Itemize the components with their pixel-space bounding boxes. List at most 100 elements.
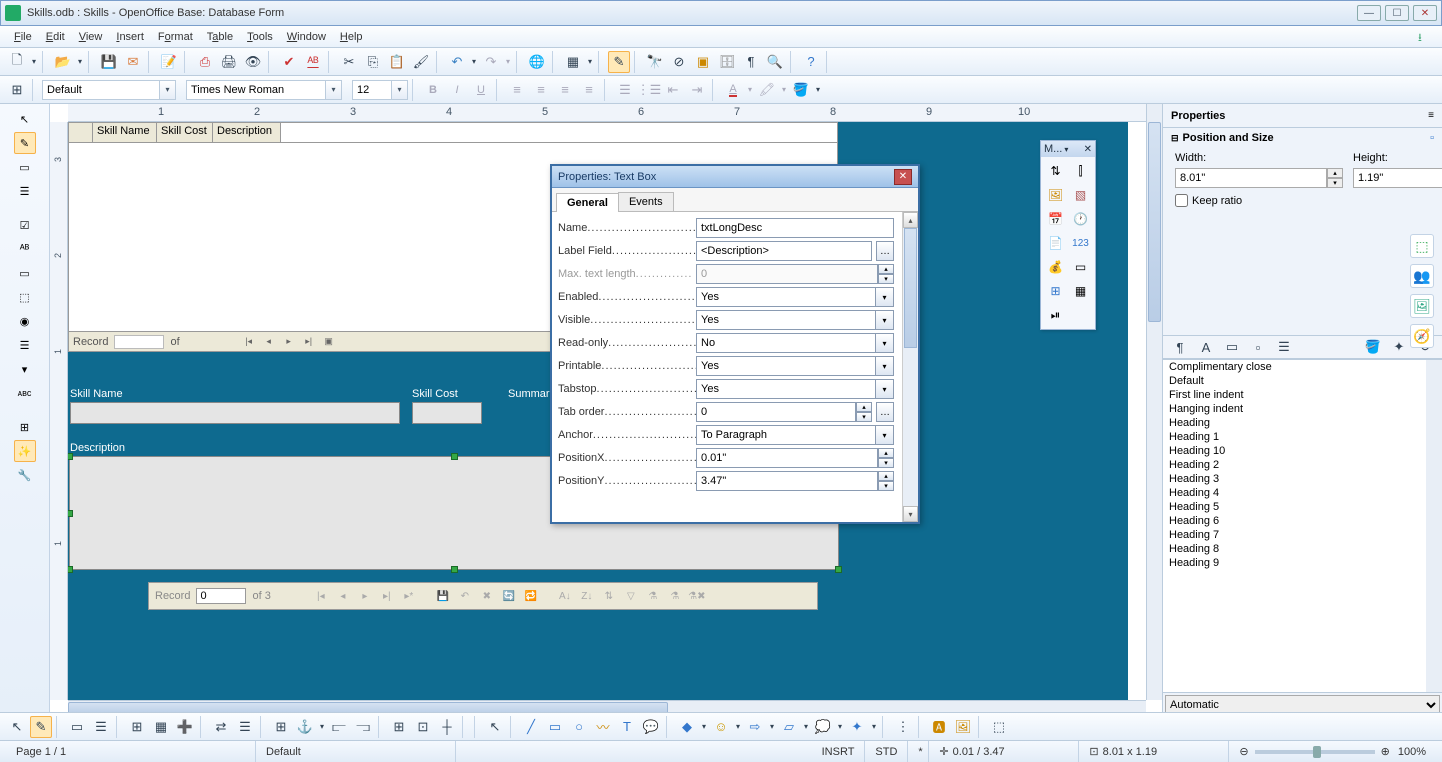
style-item[interactable]: Heading 2 — [1163, 458, 1442, 472]
font-size-combo[interactable]: ▾ — [352, 80, 408, 100]
status-zoom[interactable]: 100% — [1398, 746, 1426, 758]
dropdown-icon[interactable]: ▾ — [836, 716, 844, 738]
style-item[interactable]: Heading — [1163, 416, 1442, 430]
download-icon[interactable]: ⭳ — [1418, 29, 1434, 45]
menu-tools[interactable]: Tools — [241, 29, 279, 45]
open-design-icon[interactable]: ☰ — [234, 716, 256, 738]
dropdown-icon[interactable]: ▾ — [814, 79, 822, 101]
spin-down-icon[interactable]: ▾ — [856, 412, 872, 422]
status-insert[interactable]: INSRT — [812, 741, 866, 762]
dialog-scrollbar[interactable]: ▴ ▾ — [902, 212, 918, 522]
label-icon[interactable]: ᴀʙᴄ — [14, 382, 36, 404]
fromfile-icon[interactable]: 🖼 — [952, 716, 974, 738]
dropdown-icon[interactable]: ▾ — [734, 716, 742, 738]
dialog-titlebar[interactable]: Properties: Text Box ✕ — [552, 166, 918, 188]
status-selection[interactable]: STD — [865, 741, 908, 762]
spin-up-icon[interactable]: ▴ — [878, 264, 894, 274]
autofilter-icon[interactable]: ▽ — [623, 588, 639, 604]
first-icon[interactable]: |◂ — [313, 588, 329, 604]
field-skillcost[interactable] — [412, 402, 482, 424]
spin-up-icon[interactable]: ▴ — [878, 471, 894, 481]
ttt-icon[interactable]: ▦ — [150, 716, 172, 738]
imagecontrol-icon[interactable]: ▧ — [1069, 184, 1092, 206]
close-button[interactable]: ✕ — [1413, 5, 1437, 21]
dropdown-icon[interactable]: ▾ — [1064, 145, 1068, 154]
record-input[interactable] — [196, 588, 246, 604]
input-tabstop[interactable] — [696, 379, 876, 399]
menu-edit[interactable]: Edit — [40, 29, 71, 45]
spin-down-icon[interactable]: ▾ — [1327, 178, 1343, 188]
menu-help[interactable]: Help — [334, 29, 369, 45]
mail-icon[interactable]: ✉ — [122, 51, 144, 73]
format-paint-icon[interactable]: 🖌 — [410, 51, 432, 73]
tablecontrol-icon[interactable]: ▦ — [1069, 280, 1092, 302]
spinbutton-icon[interactable]: ⇅ — [1044, 160, 1067, 182]
checkbox-icon[interactable]: ☑ — [14, 214, 36, 236]
resize-handle[interactable] — [451, 566, 458, 573]
sort-asc-icon[interactable]: A↓ — [557, 588, 573, 604]
control-icon[interactable]: ▭ — [66, 716, 88, 738]
paste-icon[interactable]: 📋 — [386, 51, 408, 73]
rect-icon[interactable]: ▭ — [544, 716, 566, 738]
undo-icon[interactable]: ↶ — [457, 588, 473, 604]
menu-insert[interactable]: Insert — [110, 29, 150, 45]
menu-format[interactable]: Format — [152, 29, 199, 45]
input-readonly[interactable] — [696, 333, 876, 353]
char-styles-icon[interactable]: A — [1195, 336, 1217, 358]
dropdown-icon[interactable]: ▾ — [76, 51, 84, 73]
navbar-icon[interactable]: ⏯ — [1044, 304, 1067, 326]
more-controls-toolbar[interactable]: M...▾✕ ⇅ ⫿ 🖼 ▧ 📅 🕐 📄 123 💰 ▭ ⊞ ▦ ⏯ — [1040, 140, 1096, 330]
input-posy[interactable] — [696, 471, 878, 491]
bg-color-icon[interactable]: 🪣 — [790, 79, 812, 101]
row-selector[interactable] — [69, 123, 93, 142]
save-icon[interactable]: 💾 — [435, 588, 451, 604]
dropdown-icon[interactable]: ▾ — [876, 425, 894, 445]
styles-list[interactable]: Complimentary closeDefaultFirst line ind… — [1163, 359, 1442, 692]
ellipsis-button[interactable]: … — [876, 241, 894, 261]
style-item[interactable]: Heading 1 — [1163, 430, 1442, 444]
scroll-thumb[interactable] — [904, 228, 917, 348]
properties-tab-icon[interactable]: ⬚ — [1410, 234, 1434, 258]
bul-list-icon[interactable]: ⋮☰ — [638, 79, 660, 101]
dec-indent-icon[interactable]: ⇤ — [662, 79, 684, 101]
font-name-combo[interactable]: ▾ — [186, 80, 342, 100]
highlight-icon[interactable]: 🖍 — [756, 79, 778, 101]
col-skillcost[interactable]: Skill Cost — [157, 123, 213, 142]
find-icon[interactable]: 🔭 — [644, 51, 666, 73]
col-description[interactable]: Description — [213, 123, 281, 142]
delete-icon[interactable]: ✖ — [479, 588, 495, 604]
align-center-icon[interactable]: ≡ — [530, 79, 552, 101]
time-icon[interactable]: 🕐 — [1069, 208, 1092, 230]
style-item[interactable]: Heading 3 — [1163, 472, 1442, 486]
align-left-icon[interactable]: ≡ — [506, 79, 528, 101]
cut-icon[interactable]: ✂ — [338, 51, 360, 73]
autospell-icon[interactable]: ᴬᴮ — [302, 51, 324, 73]
datasources-icon[interactable]: 🗄 — [716, 51, 738, 73]
spin-down-icon[interactable]: ▾ — [878, 274, 894, 284]
anchor-icon[interactable]: ⚓ — [294, 716, 316, 738]
symbol-icon[interactable]: ☺ — [710, 716, 732, 738]
sort-desc-icon[interactable]: Z↓ — [579, 588, 595, 604]
new-style-icon[interactable]: ✦ — [1388, 336, 1410, 358]
spin-down-icon[interactable]: ▾ — [878, 481, 894, 491]
zoom-in-icon[interactable]: ⊕ — [1381, 745, 1390, 758]
dropdown-icon[interactable]: ▾ — [768, 716, 776, 738]
frame-styles-icon[interactable]: ▭ — [1221, 336, 1243, 358]
zoom-knob[interactable] — [1313, 746, 1321, 758]
addfield-icon[interactable]: ➕ — [174, 716, 196, 738]
vscroll-thumb[interactable] — [1148, 122, 1161, 322]
float-close-icon[interactable]: ✕ — [1084, 144, 1092, 155]
gallery-icon[interactable]: ▣ — [692, 51, 714, 73]
next-icon[interactable]: ▸ — [357, 588, 373, 604]
last-icon[interactable]: ▸| — [302, 335, 316, 349]
guides-icon[interactable]: ┼ — [436, 716, 458, 738]
input-posx[interactable] — [696, 448, 878, 468]
dropdown-icon[interactable]: ▾ — [876, 310, 894, 330]
style-item[interactable]: Heading 6 — [1163, 514, 1442, 528]
properties-dialog[interactable]: Properties: Text Box ✕ General Events Na… — [550, 164, 920, 524]
design-icon[interactable]: ✎ — [30, 716, 52, 738]
menu-table[interactable]: Table — [201, 29, 239, 45]
maximize-button[interactable]: ☐ — [1385, 5, 1409, 21]
freeform-icon[interactable]: 〰 — [592, 716, 614, 738]
dropdown-icon[interactable]: ▾ — [876, 333, 894, 353]
